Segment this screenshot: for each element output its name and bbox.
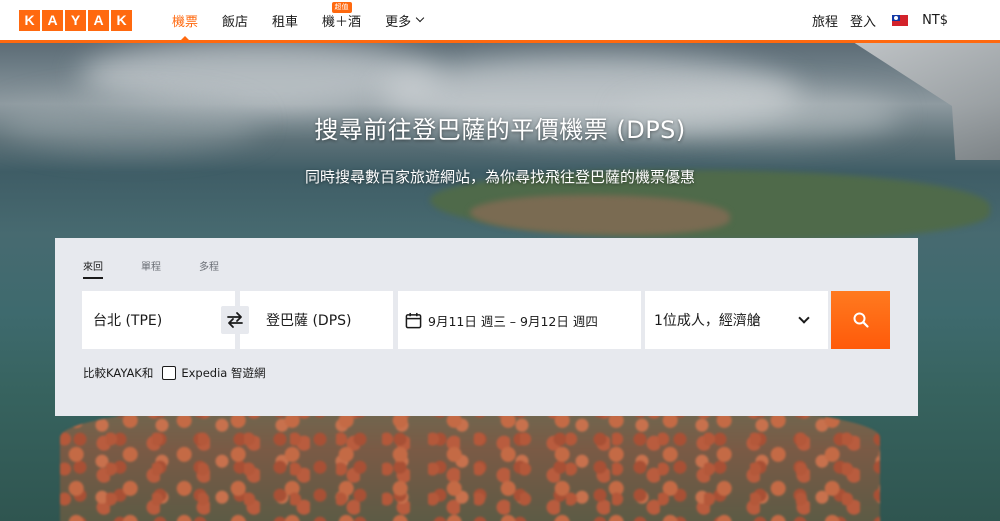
logo-letter: A [88, 9, 109, 31]
logo-letter: A [42, 9, 63, 31]
nav-item-label: 更多 [385, 14, 412, 30]
destination-field[interactable]: 登巴薩 (DPS) [240, 291, 393, 349]
trips-link[interactable]: 旅程 [806, 11, 844, 30]
compare-row: 比較KAYAK和 Expedia 智遊網 [83, 365, 266, 381]
nav-item-label: 租車 [272, 14, 299, 30]
login-link[interactable]: 登入 [844, 11, 882, 30]
date-range-value: 9月11日 週三 – 9月12日 週四 [428, 313, 598, 329]
origin-value: 台北 (TPE) [93, 313, 163, 329]
trip-type-tabs: 來回 單程 多程 [83, 258, 219, 279]
nav-item-flights[interactable]: 機票 [160, 0, 210, 40]
date-range-field[interactable]: 9月11日 週三 – 9月12日 週四 [398, 291, 641, 349]
origin-field[interactable]: 台北 (TPE) [82, 291, 235, 349]
nav-item-label: 飯店 [222, 14, 249, 30]
nav-item-label: 機＋酒 [322, 14, 362, 30]
logo-letter: Y [65, 9, 86, 31]
flight-search-panel: 來回 單程 多程 台北 (TPE) 登巴薩 (DPS) 9月11日 週三 – 9… [55, 238, 918, 416]
travelers-cabin-field[interactable]: 1位成人，經濟艙 [645, 291, 828, 349]
tab-one-way[interactable]: 單程 [141, 258, 161, 279]
compare-label: 比較KAYAK和 [83, 366, 154, 380]
nav-item-more[interactable]: 更多 [373, 0, 435, 40]
compare-option-label[interactable]: Expedia 智遊網 [181, 365, 265, 381]
kayak-logo[interactable]: K A Y A K [19, 9, 132, 31]
search-button[interactable] [831, 291, 890, 349]
nav-item-hotels[interactable]: 飯店 [210, 0, 260, 40]
chevron-down-icon [798, 311, 810, 324]
travelers-cabin-value: 1位成人，經濟艙 [654, 313, 761, 329]
nav-item-cars[interactable]: 租車 [260, 0, 310, 40]
logo-letter: K [111, 9, 132, 31]
nav-item-packages[interactable]: 超值 機＋酒 [310, 0, 373, 40]
swap-arrows-icon [227, 312, 243, 328]
destination-value: 登巴薩 (DPS) [266, 313, 352, 329]
expedia-checkbox[interactable] [162, 366, 177, 380]
logo-letter: K [19, 9, 40, 31]
nav-item-label: 機票 [172, 14, 199, 30]
tab-round-trip[interactable]: 來回 [83, 258, 103, 279]
page-subtitle: 同時搜尋數百家旅遊網站，為你尋找飛往登巴薩的機票優惠 [304, 168, 695, 186]
tab-multi-city[interactable]: 多程 [199, 258, 219, 279]
account-nav: 旅程 登入 NT$ [806, 11, 954, 30]
deal-badge: 超值 [331, 2, 352, 13]
top-header: K A Y A K 機票 飯店 租車 超值 機＋酒 更多 旅程 登入 NT$ [0, 0, 1000, 43]
main-nav: 機票 飯店 租車 超值 機＋酒 更多 [160, 0, 435, 40]
taiwan-flag-icon[interactable] [892, 14, 909, 26]
island [470, 195, 730, 235]
search-icon [853, 312, 869, 328]
village-roofs [60, 400, 880, 521]
page-title: 搜尋前往登巴薩的平價機票 (DPS) [314, 116, 686, 144]
currency-selector[interactable]: NT$ [916, 13, 954, 28]
chevron-down-icon [415, 13, 425, 23]
swap-button[interactable] [221, 306, 249, 334]
calendar-icon [405, 312, 422, 328]
